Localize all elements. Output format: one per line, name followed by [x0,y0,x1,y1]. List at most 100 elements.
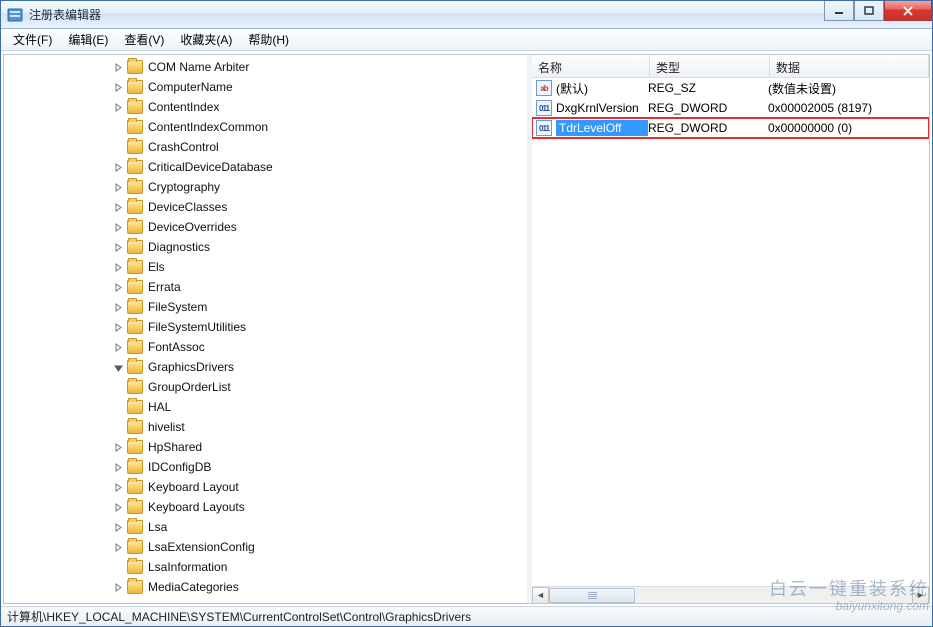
client-area: COM Name ArbiterComputerName ContentIndex… [1,51,932,606]
tree-item[interactable]: HpShared [4,437,527,457]
tree-item[interactable]: DeviceOverrides [4,217,527,237]
col-header-name[interactable]: 名称 [532,55,650,77]
tree-item[interactable]: Errata [4,277,527,297]
chevron-right-icon[interactable] [112,101,124,113]
statusbar: 计算机\HKEY_LOCAL_MACHINE\SYSTEM\CurrentCon… [1,606,932,626]
tree-item[interactable]: GroupOrderList [4,377,527,397]
folder-icon [127,400,143,414]
horizontal-scrollbar[interactable]: ◄ ► [532,586,929,603]
list-body[interactable]: ab(默认)REG_SZ(数值未设置)011DxgKrnlVersionREG_… [532,78,929,586]
minimize-button[interactable] [824,1,854,21]
binary-value-icon: 011 [536,120,552,136]
chevron-right-icon[interactable] [112,581,124,593]
tree-item[interactable]: Cryptography [4,177,527,197]
chevron-right-icon[interactable] [112,441,124,453]
menu-file[interactable]: 文件(F) [5,29,60,50]
tree-item[interactable]: Lsa [4,517,527,537]
chevron-down-icon[interactable] [112,361,124,373]
binary-value-icon: 011 [536,100,552,116]
tree-item[interactable]: Els [4,257,527,277]
folder-icon [127,320,143,334]
tree-item[interactable]: ContentIndexCommon [4,117,527,137]
menubar: 文件(F) 编辑(E) 查看(V) 收藏夹(A) 帮助(H) [1,29,932,51]
scroll-left-arrow[interactable]: ◄ [532,587,549,604]
tree-item[interactable]: ComputerName [4,77,527,97]
chevron-right-icon[interactable] [112,521,124,533]
tree-item-label: LsaInformation [148,560,227,574]
tree-item[interactable]: Keyboard Layouts [4,497,527,517]
string-value-icon: ab [536,80,552,96]
tree-item[interactable]: HAL [4,397,527,417]
menu-view[interactable]: 查看(V) [116,29,172,50]
chevron-right-icon[interactable] [112,221,124,233]
tree-item[interactable]: LsaExtensionConfig [4,537,527,557]
chevron-right-icon[interactable] [112,181,124,193]
tree-item-label: MediaCategories [148,580,239,594]
chevron-right-icon[interactable] [112,301,124,313]
chevron-right-icon[interactable] [112,541,124,553]
maximize-button[interactable] [854,1,884,21]
tree-item[interactable]: GraphicsDrivers [4,357,527,377]
tree-item[interactable]: COM Name Arbiter [4,57,527,77]
chevron-right-icon[interactable] [112,501,124,513]
tree-item[interactable]: FileSystem [4,297,527,317]
registry-tree: COM Name ArbiterComputerName ContentIndex… [4,55,527,599]
scroll-thumb[interactable] [549,588,635,603]
tree-item[interactable]: DeviceClasses [4,197,527,217]
col-header-data[interactable]: 数据 [770,55,929,77]
tree-item-label: FileSystem [148,300,207,314]
value-data: (数值未设置) [768,80,927,97]
window-title: 注册表编辑器 [29,6,824,23]
list-row[interactable]: ab(默认)REG_SZ(数值未设置) [532,78,929,98]
chevron-right-icon[interactable] [112,261,124,273]
tree-item[interactable]: CrashControl [4,137,527,157]
close-button[interactable] [884,1,932,21]
tree-item[interactable]: Keyboard Layout [4,477,527,497]
scroll-right-arrow[interactable]: ► [912,587,929,604]
menu-edit[interactable]: 编辑(E) [60,29,116,50]
tree-item[interactable]: LsaInformation [4,557,527,577]
chevron-right-icon[interactable] [112,81,124,93]
folder-icon [127,80,143,94]
folder-icon [127,280,143,294]
chevron-right-icon[interactable] [112,161,124,173]
chevron-right-icon[interactable] [112,321,124,333]
menu-favorites[interactable]: 收藏夹(A) [172,29,240,50]
chevron-right-icon[interactable] [112,281,124,293]
scroll-track[interactable] [549,587,912,604]
tree-item[interactable]: FileSystemUtilities [4,317,527,337]
menu-help[interactable]: 帮助(H) [240,29,297,50]
tree-item[interactable]: CriticalDeviceDatabase [4,157,527,177]
tree-item[interactable]: MediaCategories [4,577,527,597]
tree-item[interactable]: Diagnostics [4,237,527,257]
value-name: DxgKrnlVersion [556,101,648,115]
titlebar[interactable]: 注册表编辑器 [1,1,932,29]
chevron-right-icon[interactable] [112,201,124,213]
tree-item[interactable]: hivelist [4,417,527,437]
tree-item-label: hivelist [148,420,185,434]
tree-item[interactable]: FontAssoc [4,337,527,357]
tree-item-label: ContentIndex [148,100,219,114]
value-name: (默认) [556,80,648,97]
tree-item-label: GraphicsDrivers [148,360,234,374]
folder-icon [127,240,143,254]
chevron-right-icon[interactable] [112,61,124,73]
list-row[interactable]: 011TdrLevelOffREG_DWORD0x00000000 (0) [532,118,929,138]
folder-icon [127,500,143,514]
folder-icon [127,100,143,114]
chevron-right-icon[interactable] [112,241,124,253]
tree-item-label: Errata [148,280,181,294]
tree-item-label: ContentIndexCommon [148,120,268,134]
chevron-right-icon[interactable] [112,341,124,353]
tree-pane[interactable]: COM Name ArbiterComputerName ContentIndex… [3,54,527,604]
folder-icon [127,220,143,234]
tree-item[interactable]: IDConfigDB [4,457,527,477]
tree-item-label: Els [148,260,165,274]
chevron-right-icon[interactable] [112,461,124,473]
folder-icon [127,380,143,394]
tree-item-label: DeviceOverrides [148,220,237,234]
chevron-right-icon[interactable] [112,481,124,493]
col-header-type[interactable]: 类型 [650,55,770,77]
list-row[interactable]: 011DxgKrnlVersionREG_DWORD0x00002005 (81… [532,98,929,118]
tree-item[interactable]: ContentIndex [4,97,527,117]
